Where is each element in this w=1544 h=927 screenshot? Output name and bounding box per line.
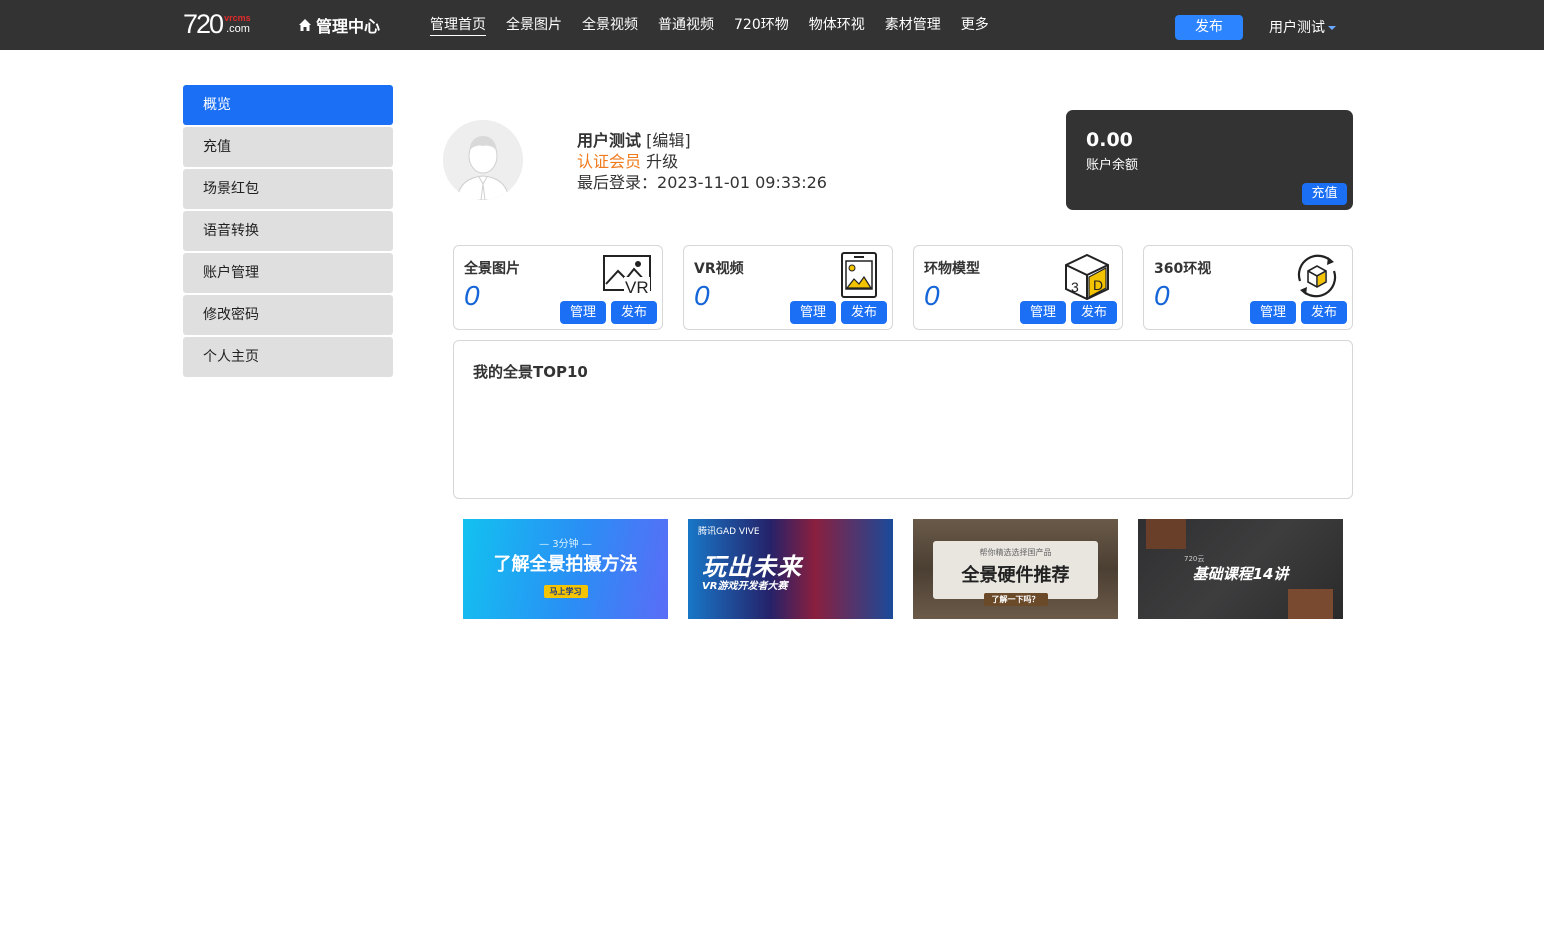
publish-button[interactable]: 发布 [1301, 301, 1347, 324]
stat-card-count: 0 [464, 280, 480, 311]
main-nav: 管理首页 全景图片 全景视频 普通视频 720环物 物体环视 素材管理 更多 [430, 0, 1009, 50]
banner-top-text: 腾讯GAD VIVE [698, 527, 760, 537]
top10-panel: 我的全景TOP10 [453, 340, 1353, 499]
3d-cube-icon: 3 D [1065, 253, 1109, 301]
manage-button[interactable]: 管理 [560, 301, 606, 324]
banner-top-text: 帮你精选选择国产品 [979, 548, 1052, 557]
manage-button[interactable]: 管理 [1020, 301, 1066, 324]
banner-sub-text: 了解一下吗？ [983, 593, 1048, 606]
banner-vr-game-contest[interactable]: 腾讯GAD VIVE 玩出未来 VR游戏开发者大赛 [688, 519, 893, 619]
publish-button[interactable]: 发布 [841, 301, 887, 324]
manage-button[interactable]: 管理 [1250, 301, 1296, 324]
last-login-label: 最后登录： [577, 173, 658, 192]
logo-number: 720 [183, 9, 224, 39]
stat-card-title: 全景图片 [464, 261, 520, 277]
svg-text:3: 3 [1071, 279, 1079, 295]
balance-card: 0.00 账户余额 充值 [1066, 110, 1353, 210]
stat-card-panorama-images: 全景图片 0 VR 管理 发布 [453, 245, 663, 330]
svg-text:D: D [1093, 277, 1103, 293]
nav-item-panorama-videos[interactable]: 全景视频 [582, 0, 638, 50]
balance-label: 账户余额 [1086, 158, 1139, 173]
recharge-button[interactable]: 充值 [1302, 183, 1347, 205]
nav-item-object-view[interactable]: 物体环视 [809, 0, 865, 50]
publish-button[interactable]: 发布 [1175, 15, 1243, 40]
banner-sub-text: VR游戏开发者大赛 [702, 581, 788, 592]
top10-title: 我的全景TOP10 [473, 363, 588, 381]
balance-amount: 0.00 [1086, 129, 1133, 151]
rotate-360-icon [1297, 254, 1337, 298]
banner-top-text: — 3分钟 — [539, 539, 592, 550]
nav-item-home[interactable]: 管理首页 [430, 0, 486, 50]
home-icon [299, 19, 311, 31]
banner-main-text: 基础课程14讲 [1192, 565, 1289, 583]
top-navbar: 720 vrcms .com 管理中心 管理首页 全景图片 全景视频 普通视频 … [0, 0, 1544, 50]
banner-main-text: 全景硬件推荐 [961, 565, 1070, 586]
sidebar-item-overview[interactable]: 概览 [183, 85, 393, 125]
banner-main-text: 了解全景拍摄方法 [493, 554, 638, 575]
publish-button[interactable]: 发布 [1071, 301, 1117, 324]
stat-card-count: 0 [1154, 280, 1170, 311]
banner-learn-shooting[interactable]: — 3分钟 — 了解全景拍摄方法 马上学习 [463, 519, 668, 619]
stat-card-count: 0 [924, 280, 940, 311]
sidebar-item-password[interactable]: 修改密码 [183, 295, 393, 335]
profile-info: 用户测试 [编辑] 认证会员 升级 最后登录：2023-11-01 09:33:… [577, 130, 827, 193]
sidebar-item-homepage[interactable]: 个人主页 [183, 337, 393, 377]
nav-item-more[interactable]: 更多 [961, 0, 989, 50]
vr-image-icon: VR [603, 255, 651, 297]
tablet-image-icon [841, 252, 877, 298]
sidebar-item-red-packet[interactable]: 场景红包 [183, 169, 393, 209]
member-status: 认证会员 [577, 152, 642, 171]
upgrade-link[interactable]: 升级 [646, 152, 678, 171]
manage-button[interactable]: 管理 [790, 301, 836, 324]
nav-item-normal-videos[interactable]: 普通视频 [658, 0, 714, 50]
banner-basic-course[interactable]: 720云 基础课程14讲 [1138, 519, 1343, 619]
profile-name: 用户测试 [577, 131, 642, 150]
user-menu-label: 用户测试 [1269, 20, 1325, 36]
sidebar-item-recharge[interactable]: 充值 [183, 127, 393, 167]
last-login-time: 2023-11-01 09:33:26 [657, 173, 827, 192]
banner-sub-text: 马上学习 [543, 585, 588, 598]
stat-card-360-view: 360环视 0 管理 发布 [1143, 245, 1353, 330]
stat-card-title: 360环视 [1154, 261, 1212, 277]
sidebar: 概览 充值 场景红包 语音转换 账户管理 修改密码 个人主页 [183, 85, 393, 379]
stat-card-vr-videos: VR视频 0 管理 发布 [683, 245, 893, 330]
admin-center-title[interactable]: 管理中心 [298, 14, 380, 36]
svg-text:VR: VR [625, 278, 649, 297]
stat-card-object-models: 环物模型 0 3 D 管理 发布 [913, 245, 1123, 330]
banner-hardware[interactable]: 帮你精选选择国产品 全景硬件推荐 了解一下吗？ [913, 519, 1118, 619]
sidebar-item-account[interactable]: 账户管理 [183, 253, 393, 293]
stat-card-title: 环物模型 [924, 261, 980, 277]
caret-down-icon [1328, 25, 1336, 30]
logo-domain: .com [226, 23, 250, 35]
avatar [443, 120, 523, 200]
avatar-person-icon [443, 120, 523, 200]
sidebar-item-voice-convert[interactable]: 语音转换 [183, 211, 393, 251]
publish-button[interactable]: 发布 [611, 301, 657, 324]
logo-brand: vrcms [224, 13, 251, 23]
nav-item-panorama-images[interactable]: 全景图片 [506, 0, 562, 50]
stat-card-title: VR视频 [694, 261, 744, 277]
nav-item-720-objects[interactable]: 720环物 [734, 0, 789, 50]
user-menu[interactable]: 用户测试 [1269, 17, 1336, 37]
edit-profile-link[interactable]: [编辑] [646, 131, 691, 150]
site-logo[interactable]: 720 vrcms .com [183, 9, 262, 41]
stat-card-count: 0 [694, 280, 710, 311]
nav-item-assets[interactable]: 素材管理 [885, 0, 941, 50]
admin-center-label: 管理中心 [316, 17, 381, 36]
